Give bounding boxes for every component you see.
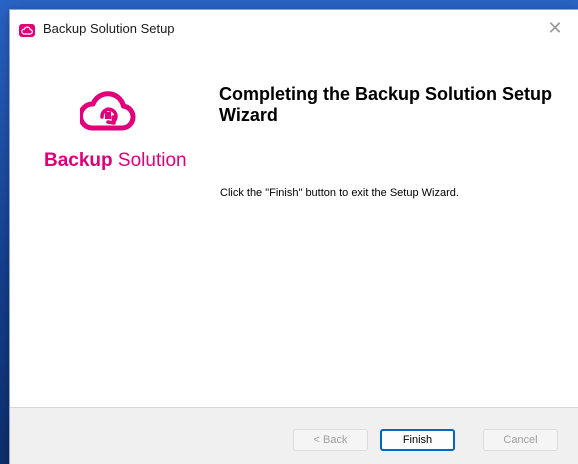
brand-name-regular: Solution [117,150,187,171]
back-button[interactable]: < Back [293,429,368,451]
brand-name-bold: Backup [44,150,113,171]
setup-window: Backup Solution Setup ✕ Backup Solution … [10,10,578,464]
finish-message: Click the "Finish" button to exit the Se… [220,187,459,199]
app-icon [19,24,35,37]
wizard-sidebar: Backup Solution [10,46,206,407]
cloud-backup-icon [80,91,136,131]
title-bar[interactable]: Backup Solution Setup ✕ [10,10,578,46]
window-title: Backup Solution Setup [43,21,175,36]
wizard-content: Completing the Backup Solution Setup Wiz… [206,46,578,407]
brand-name: Backup Solution [44,150,187,172]
wizard-footer: < Back Finish Cancel [10,408,578,464]
finish-button[interactable]: Finish [380,429,455,451]
cancel-button[interactable]: Cancel [483,429,558,451]
close-icon: ✕ [547,17,563,38]
close-button[interactable]: ✕ [532,10,578,46]
page-title: Completing the Backup Solution Setup Wiz… [219,84,552,125]
